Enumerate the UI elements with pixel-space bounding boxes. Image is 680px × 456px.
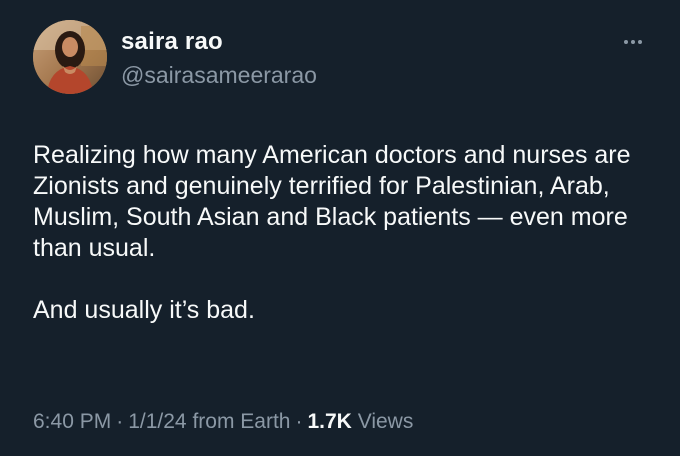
avatar[interactable] (33, 20, 107, 94)
views-count[interactable]: 1.7K (307, 410, 351, 433)
views-label: Views (357, 410, 414, 433)
more-options-button[interactable] (616, 28, 648, 52)
avatar-image (33, 20, 107, 94)
tweet-location: from Earth (192, 410, 291, 433)
separator: · (116, 410, 124, 433)
tweet-meta: 6:40 PM · 1/1/24 from Earth · 1.7K Views (33, 410, 413, 434)
tweet-paragraph: And usually it’s bad. (33, 296, 255, 324)
tweet-paragraph: Realizing how many American doctors and … (33, 141, 631, 262)
separator: · (295, 410, 303, 433)
tweet-text: Realizing how many American doctors and … (33, 140, 653, 326)
user-handle[interactable]: @sairasameerarao (121, 62, 317, 89)
display-name[interactable]: saira rao (121, 28, 223, 56)
tweet-card: saira rao @sairasameerarao Realizing how… (0, 0, 680, 456)
tweet-time[interactable]: 6:40 PM (33, 410, 111, 433)
more-horizontal-icon (624, 40, 642, 44)
tweet-date[interactable]: 1/1/24 (128, 410, 186, 433)
